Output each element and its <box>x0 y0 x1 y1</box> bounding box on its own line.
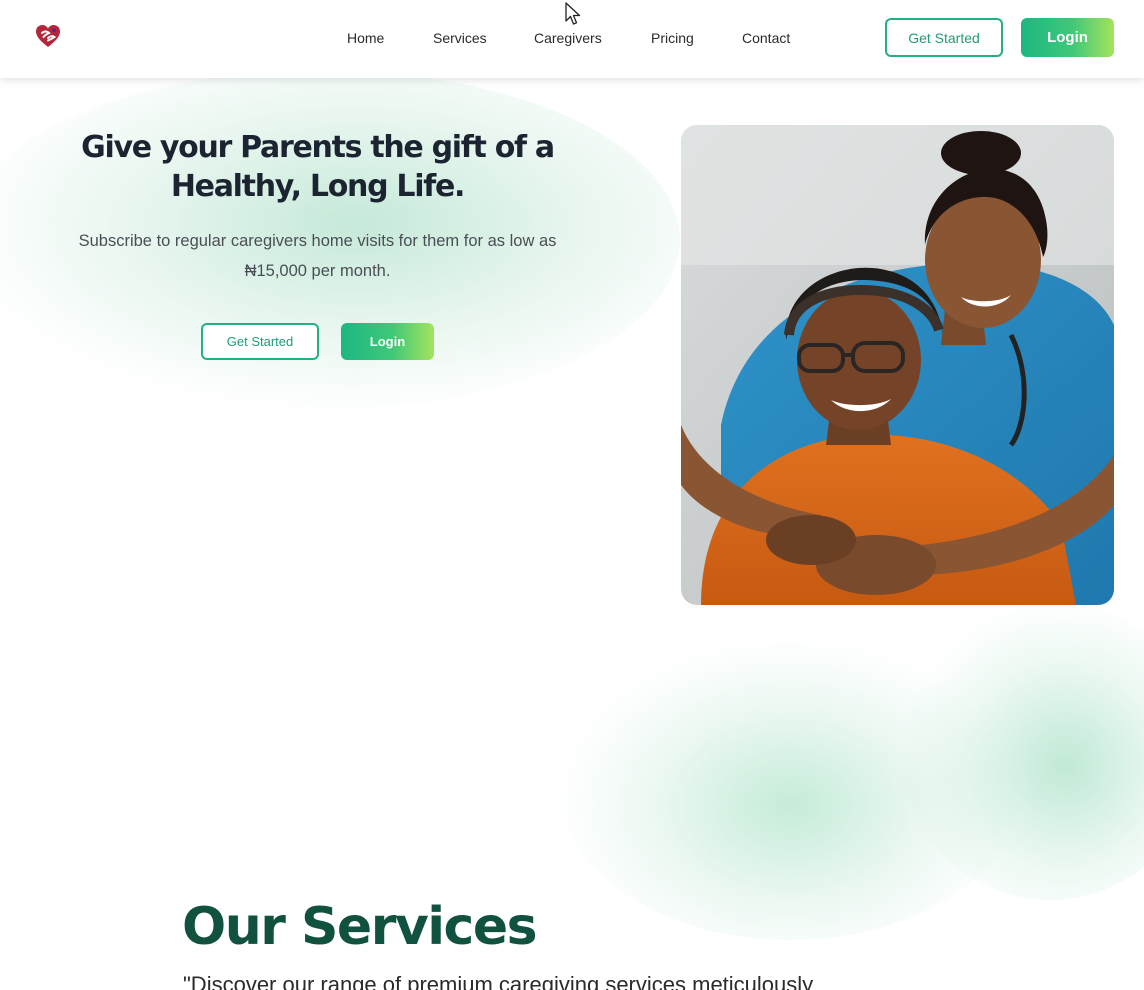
decorative-blob-bottom <box>560 640 1020 940</box>
hero-get-started-button[interactable]: Get Started <box>201 323 319 360</box>
hero-subtitle-line-1: Subscribe to regular caregivers home vis… <box>78 232 557 250</box>
mouse-cursor-icon <box>565 2 581 25</box>
hero-login-button[interactable]: Login <box>341 323 434 360</box>
decorative-blob-right <box>900 600 1144 900</box>
services-description: "Discover our range of premium caregivin… <box>183 972 814 990</box>
hero-title-line-1: Give your Parents the gift of a <box>81 130 555 165</box>
hero-subtitle-line-2: ₦15,000 per month. <box>244 262 391 280</box>
landing-page: Home Services Caregivers Pricing Contact… <box>0 0 1144 990</box>
hero-photo <box>681 125 1114 605</box>
hero-title-line-2: Healthy, Long Life. <box>170 169 466 204</box>
nav-pricing[interactable]: Pricing <box>651 30 694 46</box>
hero-subtitle: Subscribe to regular caregivers home vis… <box>20 226 615 286</box>
nav-home[interactable]: Home <box>347 30 384 46</box>
hero-title: Give your Parents the gift of a Healthy,… <box>40 128 595 206</box>
nav-contact[interactable]: Contact <box>742 30 790 46</box>
nav-services[interactable]: Services <box>433 30 487 46</box>
header-get-started-button[interactable]: Get Started <box>885 18 1003 57</box>
services-title: Our Services <box>182 897 538 957</box>
header-login-button[interactable]: Login <box>1021 18 1114 57</box>
nav-caregivers[interactable]: Caregivers <box>534 30 602 46</box>
